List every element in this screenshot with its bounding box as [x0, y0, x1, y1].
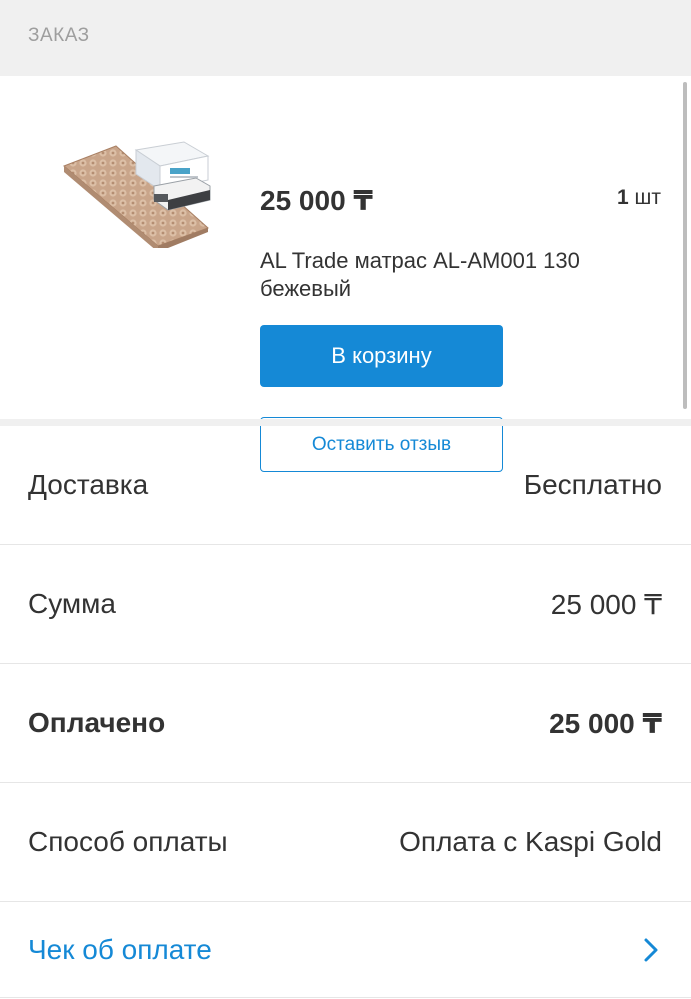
add-to-cart-button[interactable]: В корзину: [260, 325, 503, 387]
payment-method-value: Оплата с Kaspi Gold: [399, 826, 662, 857]
product-quantity: 1 шт: [617, 186, 661, 210]
section-divider: [0, 419, 691, 426]
summary-row-payment-method: Способ оплаты Оплата с Kaspi Gold: [0, 783, 691, 902]
product-image[interactable]: [58, 128, 220, 248]
paid-label: Оплачено: [28, 707, 166, 738]
delivery-label: Доставка: [28, 469, 149, 500]
order-details-screen: ЗАКАЗ 25 000 ₸ 1 шт AL Trade матрас AL-A…: [0, 0, 691, 999]
scrollbar[interactable]: [683, 82, 687, 409]
summary-row-paid: Оплачено 25 000 ₸: [0, 664, 691, 783]
quantity-unit: шт: [634, 186, 661, 209]
total-label: Сумма: [28, 588, 116, 619]
quantity-number: 1: [617, 186, 629, 209]
order-section-title: ЗАКАЗ: [28, 25, 90, 46]
delivery-value: Бесплатно: [523, 469, 662, 500]
summary-row-total: Сумма 25 000 ₸: [0, 545, 691, 664]
order-summary: Доставка Бесплатно Сумма 25 000 ₸ Оплаче…: [0, 426, 691, 998]
product-card: 25 000 ₸ 1 шт AL Trade матрас AL-AM001 1…: [0, 76, 691, 472]
paid-value: 25 000 ₸: [549, 707, 662, 739]
receipt-link[interactable]: Чек об оплате: [0, 902, 691, 998]
receipt-link-label[interactable]: Чек об оплате: [28, 934, 212, 966]
summary-row-delivery: Доставка Бесплатно: [0, 426, 691, 545]
order-section-header: ЗАКАЗ: [0, 0, 691, 76]
product-price: 25 000 ₸: [260, 185, 373, 216]
total-value: 25 000 ₸: [550, 588, 662, 620]
payment-method-label: Способ оплаты: [28, 826, 228, 857]
product-title[interactable]: AL Trade матрас AL-AM001 130 бежевый: [260, 247, 600, 303]
chevron-right-icon[interactable]: [640, 935, 662, 965]
